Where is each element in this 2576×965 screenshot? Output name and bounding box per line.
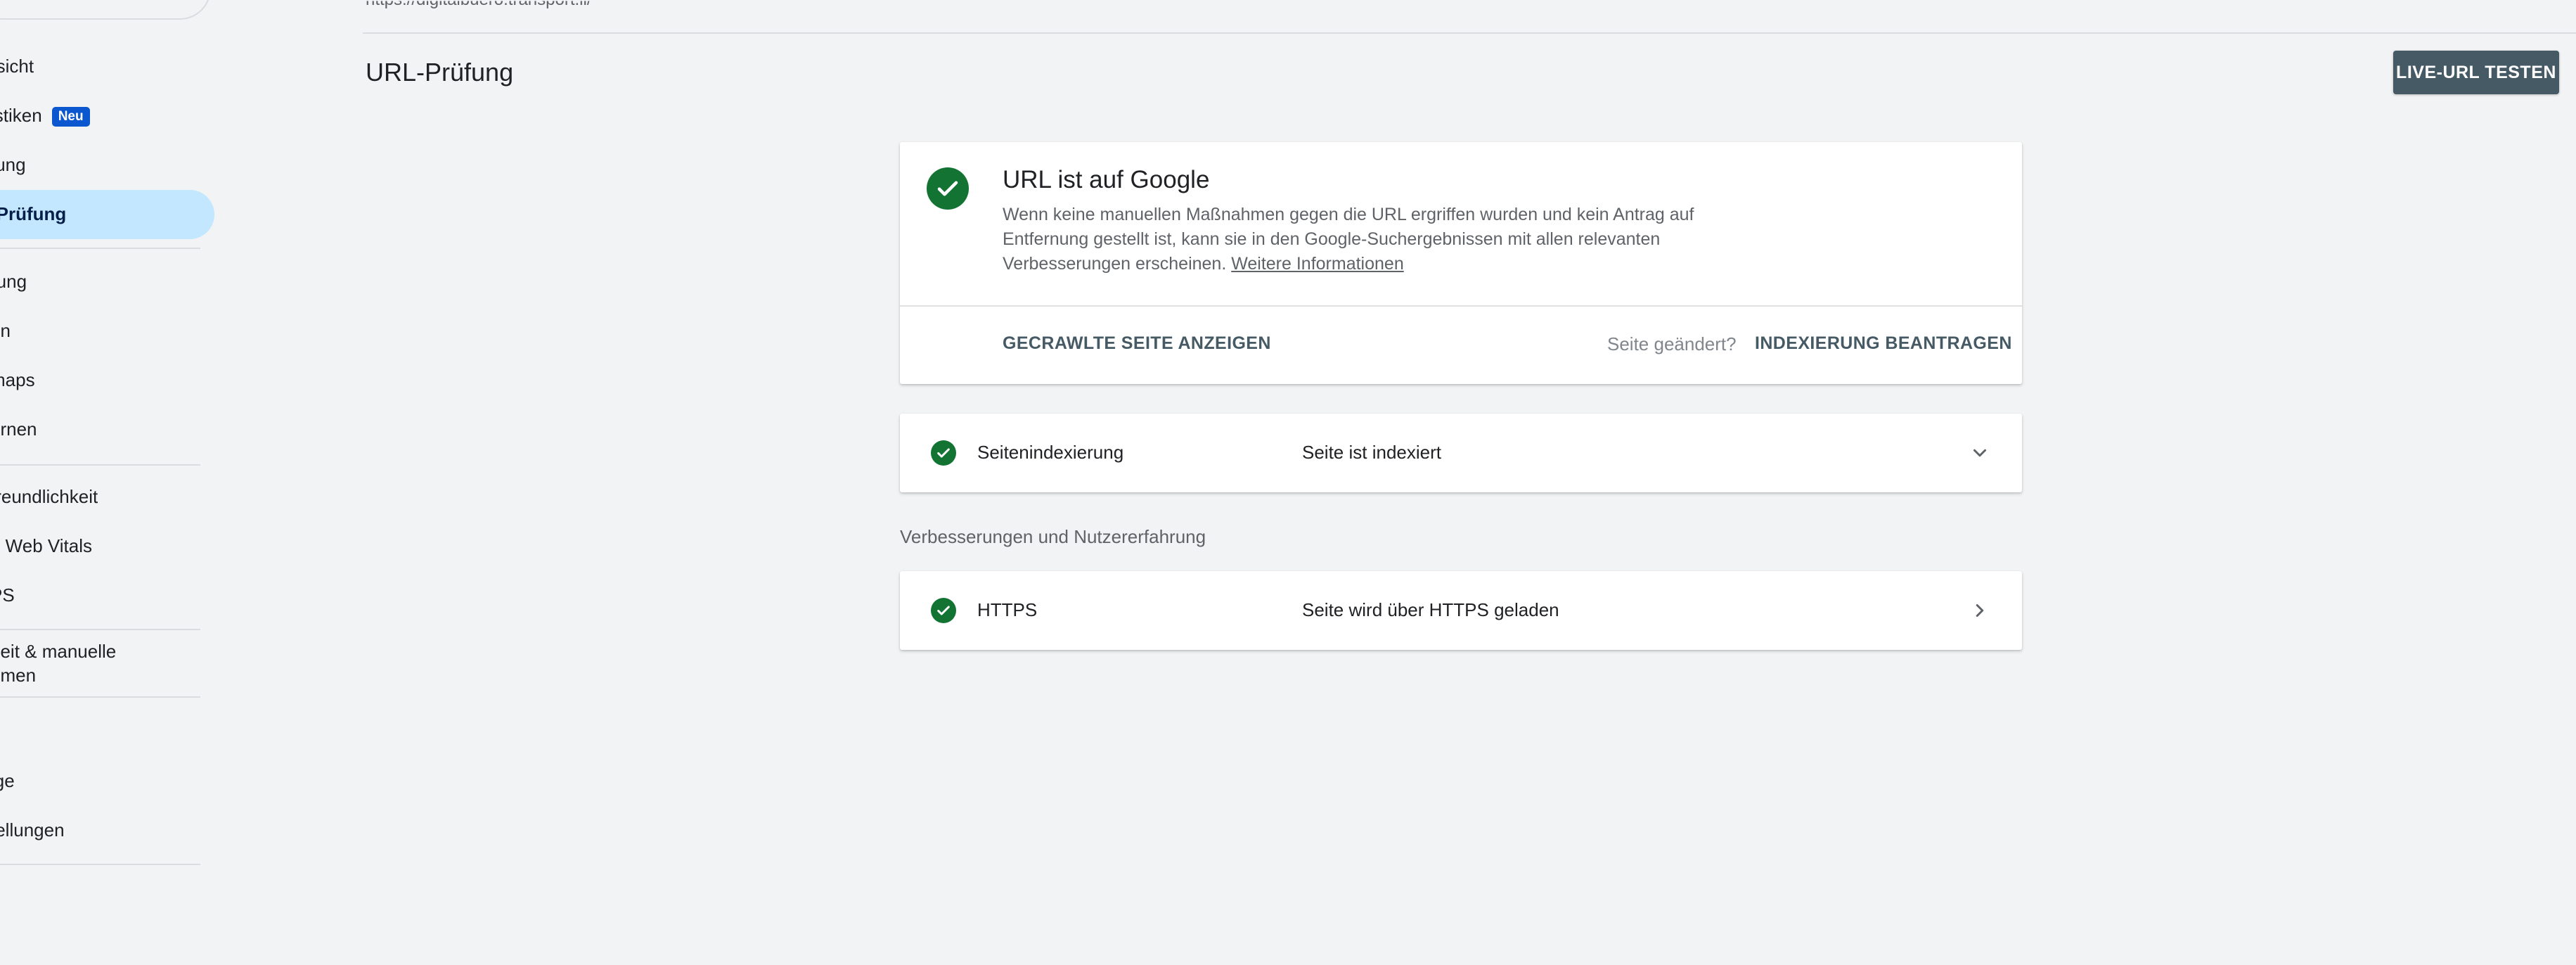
chevron-down-icon[interactable] bbox=[1967, 440, 1992, 469]
https-row[interactable]: HTTPS Seite wird über HTTPS geladen bbox=[900, 571, 2022, 650]
request-indexing-button[interactable]: INDEXIERUNG BEANTRAGEN bbox=[1755, 333, 2012, 354]
sidebar-item-https[interactable]: PS bbox=[0, 581, 15, 609]
card-divider bbox=[900, 305, 2022, 307]
nav-divider bbox=[0, 696, 200, 698]
more-info-link[interactable]: Weitere Informationen bbox=[1231, 254, 1404, 274]
sidebar-item-statistics[interactable]: istiken Neu bbox=[0, 101, 90, 129]
status-description: Wenn keine manuellen Maßnahmen gegen die… bbox=[1003, 203, 1706, 276]
sidebar-item-label: -Prüfung bbox=[0, 203, 67, 224]
status-title: URL ist auf Google bbox=[1003, 166, 1210, 193]
sidebar-item-mobile-usability[interactable]: freundlichkeit bbox=[0, 482, 98, 511]
check-circle-icon bbox=[931, 440, 956, 466]
sidebar-item-security-manual-actions-line2[interactable]: nmen bbox=[0, 661, 36, 689]
sidebar: digitalbuero.transport.li rsicht istiken… bbox=[0, 0, 214, 965]
row-label: Seitenindexierung bbox=[977, 442, 1124, 463]
sidebar-item-label: e Web Vitals bbox=[0, 535, 93, 556]
sidebar-item-label: rsicht bbox=[0, 56, 34, 77]
sidebar-item-url-inspection[interactable]: -Prüfung bbox=[0, 200, 66, 228]
check-circle-icon bbox=[931, 598, 956, 623]
page-title: URL-Prüfung bbox=[366, 58, 514, 87]
sidebar-item-performance[interactable]: tung bbox=[0, 151, 26, 179]
new-badge: Neu bbox=[51, 107, 90, 127]
chevron-right-icon[interactable] bbox=[1967, 598, 1992, 627]
page-indexing-row[interactable]: Seitenindexierung Seite ist indexiert bbox=[900, 414, 2022, 492]
enhancements-heading: Verbesserungen und Nutzererfahrung bbox=[900, 526, 1206, 547]
view-crawled-page-button[interactable]: GECRAWLTE SEITE ANZEIGEN bbox=[1003, 333, 1271, 354]
property-selector[interactable]: digitalbuero.transport.li bbox=[0, 0, 211, 20]
sidebar-item-label: ernen bbox=[0, 418, 37, 440]
breadcrumb: https://digitalbuero.transport.li/ bbox=[366, 1, 592, 10]
sidebar-item-label: PS bbox=[0, 584, 15, 606]
header-divider bbox=[363, 32, 2576, 34]
sidebar-item-label: tellungen bbox=[0, 819, 65, 841]
nav-divider bbox=[0, 864, 200, 865]
sidebar-item-label: freundlichkeit bbox=[0, 486, 98, 507]
sidebar-item-achievements[interactable]: lge bbox=[0, 767, 15, 795]
sidebar-item-pages[interactable]: en bbox=[0, 317, 11, 345]
sidebar-item-label: nmen bbox=[0, 665, 37, 686]
sidebar-item-indexing[interactable]: rung bbox=[0, 267, 27, 295]
nav-divider bbox=[0, 629, 200, 630]
sidebar-item-removals[interactable]: ernen bbox=[0, 415, 37, 443]
sidebar-item-label: lge bbox=[0, 770, 15, 791]
sidebar-item-settings[interactable]: tellungen bbox=[0, 816, 65, 844]
sidebar-item-sitemaps[interactable]: maps bbox=[0, 366, 35, 394]
sidebar-item-label: maps bbox=[0, 369, 35, 390]
row-value: Seite wird über HTTPS geladen bbox=[1302, 599, 1559, 620]
sidebar-item-label: en bbox=[0, 320, 11, 341]
property-selector-label: digitalbuero.transport.li bbox=[1, 0, 186, 8]
nav-divider bbox=[0, 464, 200, 466]
page-changed-text: Seite geändert? bbox=[1607, 333, 1737, 354]
live-url-test-button[interactable]: LIVE-URL TESTEN bbox=[2393, 51, 2559, 94]
sidebar-item-label: istiken bbox=[0, 105, 42, 126]
sidebar-item-label: tung bbox=[0, 154, 26, 175]
sidebar-item-core-web-vitals[interactable]: e Web Vitals bbox=[0, 532, 92, 560]
check-circle-icon bbox=[927, 167, 969, 210]
row-value: Seite ist indexiert bbox=[1302, 442, 1441, 463]
sidebar-item-label: rung bbox=[0, 271, 27, 292]
url-status-card: URL ist auf Google Wenn keine manuellen … bbox=[900, 142, 2022, 384]
nav-divider bbox=[0, 248, 200, 249]
row-label: HTTPS bbox=[977, 599, 1038, 620]
sidebar-item-label: heit & manuelle bbox=[0, 641, 117, 662]
sidebar-item-overview[interactable]: rsicht bbox=[0, 52, 34, 80]
